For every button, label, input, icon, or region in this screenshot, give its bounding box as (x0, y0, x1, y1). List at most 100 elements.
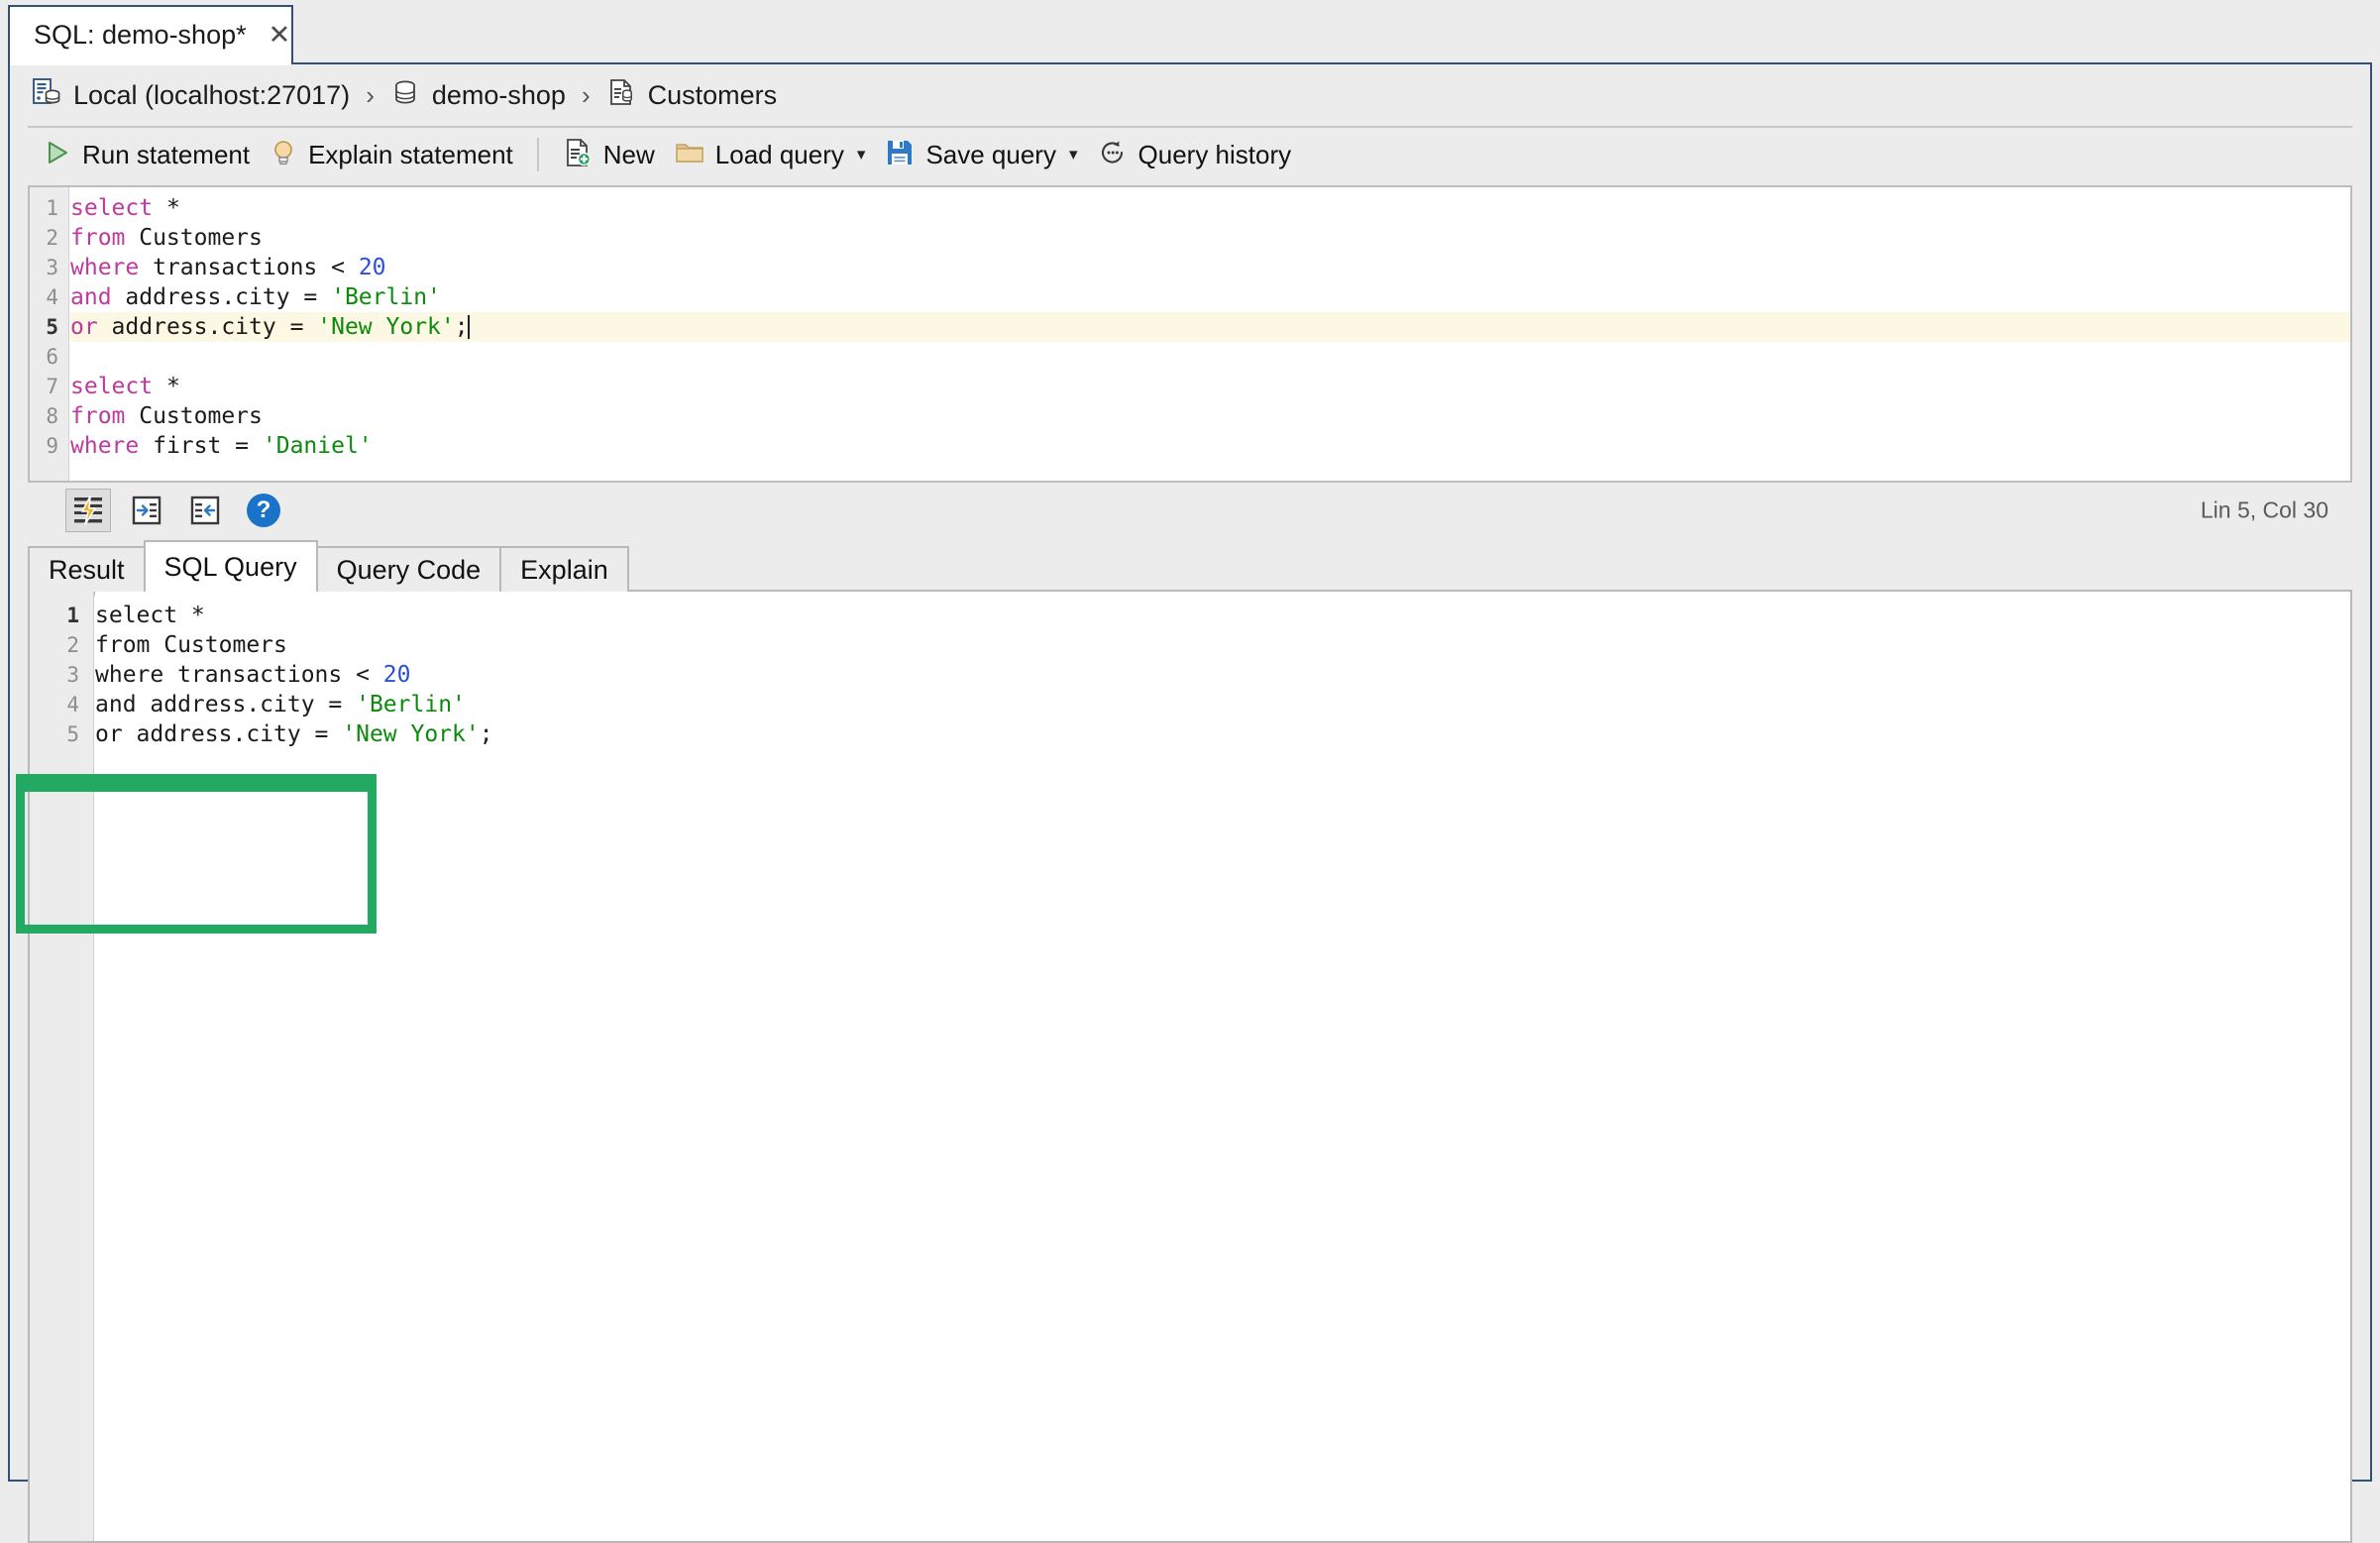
query-history-label: Query history (1137, 139, 1292, 169)
editor-tool-buttons: ? (65, 489, 280, 532)
code-token: transactions < (139, 255, 359, 280)
folder-icon (675, 138, 704, 172)
load-query-button[interactable]: Load query ▾ (665, 133, 876, 176)
preview-line-numbers: 1 2 3 4 5 (30, 592, 93, 749)
query-history-button[interactable]: Query history (1088, 133, 1302, 176)
format-query-button[interactable] (65, 489, 111, 532)
indent-left-button[interactable] (182, 489, 228, 532)
preview-code-line: or address.city = 'New York'; (95, 719, 2350, 749)
code-token: ; (479, 721, 493, 747)
code-token: 'Berlin' (356, 692, 466, 717)
server-database-icon (30, 76, 61, 115)
editor-line-number: 4 (46, 285, 58, 309)
indent-left-icon (190, 496, 220, 525)
editor-code-line: from Customers (70, 401, 2350, 431)
code-token: 20 (358, 255, 386, 280)
editor-line-number: 3 (46, 256, 58, 279)
indent-right-button[interactable] (124, 489, 169, 532)
tab-sql-query[interactable]: SQL Query (143, 540, 318, 592)
breadcrumb-label-connection: Local (localhost:27017) (73, 79, 351, 110)
chevron-down-icon[interactable]: ▾ (857, 145, 866, 165)
sql-query-preview[interactable]: 12345 select * from Customers where transa… (28, 592, 2352, 1543)
code-token: where (70, 433, 140, 459)
breadcrumb-label-collection: Customers (647, 79, 778, 110)
code-token: address.city = (97, 314, 318, 340)
breadcrumb-separator: › (581, 79, 591, 110)
editor-line-number: 8 (46, 404, 58, 428)
preview-code-line: select * (95, 601, 2350, 630)
results-panel: Result SQL Query Query Code Explain 1 2 3 4 5 s… (28, 538, 2352, 1543)
code-token: select (70, 374, 154, 399)
code-token: Customers (125, 403, 263, 429)
code-token: from (70, 403, 126, 429)
code-token: where (70, 255, 140, 280)
preview-line-number: 4 (66, 693, 79, 716)
code-token: address.city = (111, 284, 332, 310)
help-circle-icon[interactable]: ? (247, 494, 280, 527)
preview-line-number: 5 (66, 722, 79, 746)
editor-code-line: where transactions < 20 (70, 253, 2350, 282)
code-token: select (70, 195, 154, 221)
explain-statement-button[interactable]: Explain statement (260, 133, 523, 176)
editor-code-lines: select * from Customers where transactions… (70, 187, 2350, 461)
code-token: 'New York' (317, 314, 455, 340)
tab-join-mask (10, 60, 291, 65)
code-token: select * (95, 603, 205, 628)
editor-line-number: 9 (46, 434, 58, 458)
preview-code-line: and address.city = 'Berlin' (95, 690, 2350, 719)
editor-code-line: or address.city = 'New York'; (70, 312, 2350, 342)
breadcrumb-item-database[interactable]: demo-shop (390, 77, 566, 114)
preview-line-number: 2 (66, 633, 79, 657)
annotation-highlight-bar (16, 774, 377, 783)
new-document-icon (563, 138, 593, 172)
document-tab-strip: SQL: demo-shop* ✕ (0, 0, 2380, 63)
editor-line-number: 7 (46, 375, 58, 398)
editor-code-line: and address.city = 'Berlin' (70, 282, 2350, 312)
breadcrumb-item-connection[interactable]: Local (localhost:27017) (30, 76, 350, 115)
run-statement-button[interactable]: Run statement (34, 133, 260, 176)
save-query-button[interactable]: Save query ▾ (875, 133, 1087, 176)
editor-status-bar: ? Lin 5, Col 30 (28, 485, 2352, 536)
preview-code-lines: select * from Customers where transactions… (95, 592, 2350, 749)
editor-code-area[interactable]: select * from Customers where transactions… (70, 187, 2350, 481)
chevron-down-icon[interactable]: ▾ (1069, 145, 1078, 165)
toolbar-divider (536, 138, 539, 171)
editor-code-line: from Customers (70, 223, 2350, 253)
tab-query-code[interactable]: Query Code (315, 546, 502, 592)
editor-line-numbers: 1 2 3 4 5 6 7 8 9 (30, 187, 68, 461)
tab-result[interactable]: Result (28, 546, 146, 592)
tab-explain[interactable]: Explain (499, 546, 629, 592)
new-query-label: New (602, 139, 655, 169)
main-panel: Local (localhost:27017) › demo-shop › Cu… (8, 62, 2372, 1543)
code-token: * (153, 374, 180, 399)
preview-line-number: 1 (66, 604, 79, 627)
play-triangle-icon (44, 139, 71, 171)
breadcrumb: Local (localhost:27017) › demo-shop › Cu… (10, 64, 2370, 126)
indent-right-icon (132, 496, 162, 525)
code-token: and address.city = (95, 692, 357, 717)
code-token: 20 (382, 662, 411, 688)
code-token: where transactions < (95, 662, 383, 688)
preview-gutter: 1 2 3 4 5 (30, 592, 94, 1541)
text-caret (467, 315, 470, 339)
collection-document-icon (606, 77, 636, 114)
floppy-save-icon (885, 138, 915, 172)
close-icon[interactable]: ✕ (269, 22, 291, 49)
editor-code-line: select * (70, 193, 2350, 223)
results-tab-row: Result SQL Query Query Code Explain (28, 538, 629, 592)
save-query-label: Save query (925, 139, 1056, 169)
code-token: or address.city = (95, 721, 343, 747)
code-token: from (70, 225, 126, 251)
new-query-button[interactable]: New (553, 133, 665, 176)
sql-editor[interactable]: 123456789 select * from Customers where tr… (28, 185, 2352, 483)
code-token: 'Berlin' (331, 284, 441, 310)
sql-editor-window: SQL: demo-shop* ✕ Local (localhost:27017… (0, 0, 2380, 1543)
code-token: 'New York' (342, 721, 480, 747)
editor-line-number: 5 (46, 315, 58, 339)
document-tab-sql-demo-shop[interactable]: SQL: demo-shop* ✕ (8, 5, 293, 63)
code-token: Customers (125, 225, 263, 251)
editor-line-number: 2 (46, 226, 58, 250)
breadcrumb-item-collection[interactable]: Customers (606, 77, 778, 114)
code-token: or (70, 314, 98, 340)
run-statement-label: Run statement (82, 139, 251, 169)
